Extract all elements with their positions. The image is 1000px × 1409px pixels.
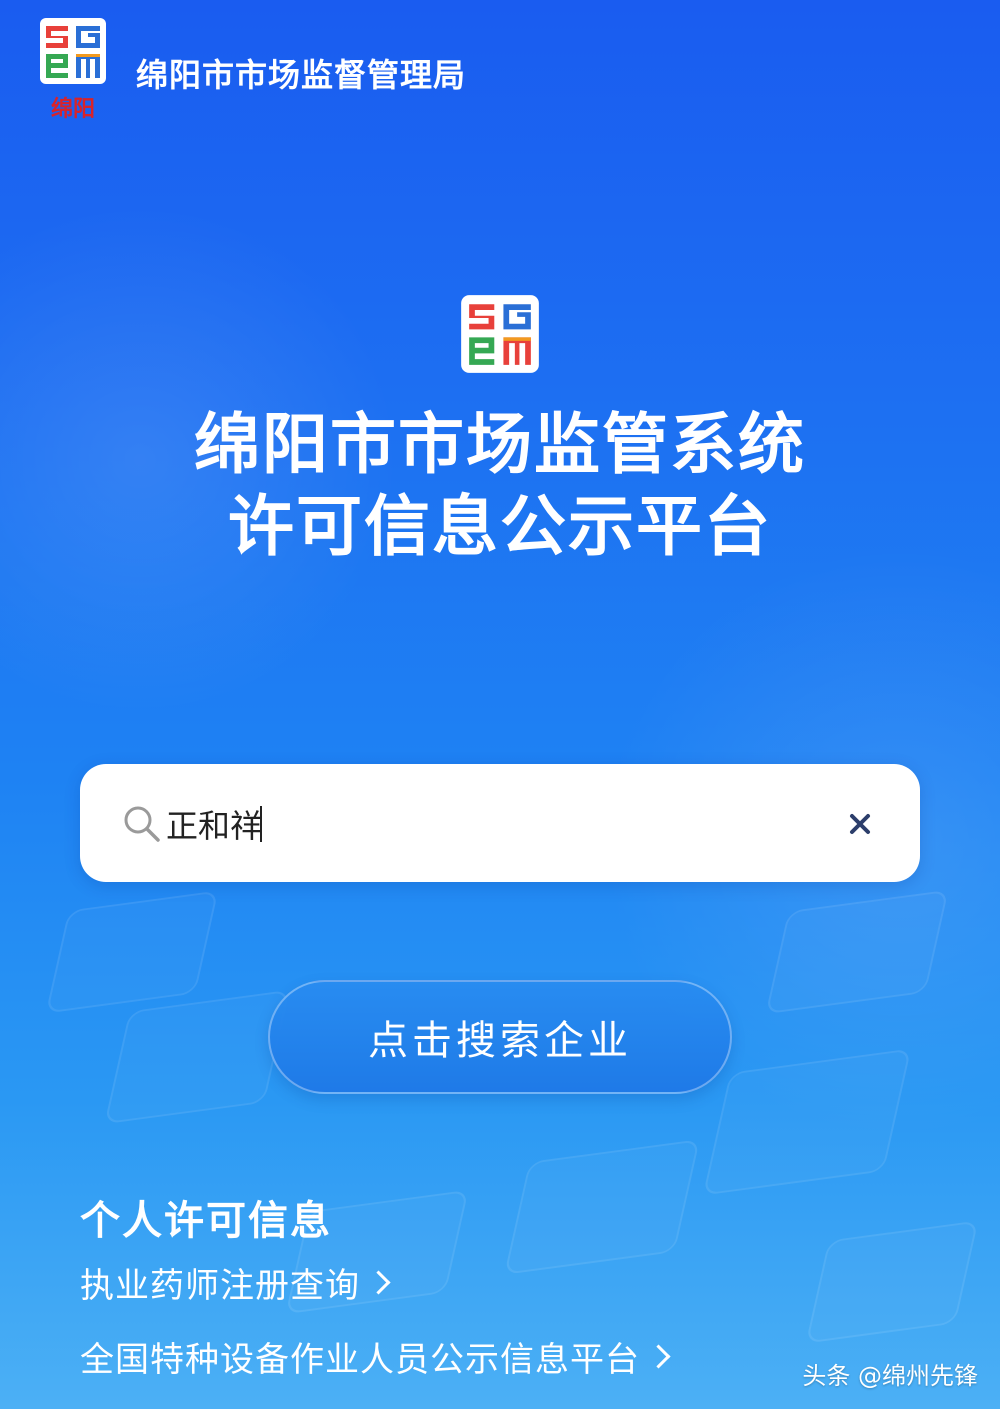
svg-text:绵阳: 绵阳	[51, 96, 95, 122]
chevron-right-icon	[646, 1344, 671, 1369]
app-header: 绵阳 绵阳市市场监督管理局	[38, 16, 466, 126]
text-caret	[260, 806, 262, 842]
page-title-line-1: 绵阳市市场监管系统	[194, 406, 806, 483]
personal-license-heading: 个人许可信息	[80, 1198, 332, 1244]
close-icon[interactable]	[846, 810, 874, 838]
search-input[interactable]	[166, 796, 806, 852]
special-equipment-operator-link[interactable]: 全国特种设备作业人员公示信息平台	[80, 1332, 671, 1381]
smr-logo-icon: 绵阳	[38, 16, 108, 122]
page-title-line-2: 许可信息公示平台	[228, 488, 772, 565]
header-title: 绵阳市市场监督管理局	[136, 56, 467, 94]
page-title: 绵阳市市场监管系统 许可信息公示平台	[0, 404, 1000, 568]
link-label: 全国特种设备作业人员公示信息平台	[80, 1340, 640, 1380]
chevron-right-icon	[366, 1270, 391, 1295]
link-label: 执业药师注册查询	[80, 1266, 360, 1306]
smr-logo-icon	[459, 294, 541, 374]
pharmacist-registration-link[interactable]: 执业药师注册查询	[80, 1258, 391, 1307]
search-company-button[interactable]: 点击搜索企业	[268, 980, 732, 1094]
search-icon	[124, 806, 160, 842]
watermark: 头条 @绵州先锋	[802, 1362, 978, 1390]
